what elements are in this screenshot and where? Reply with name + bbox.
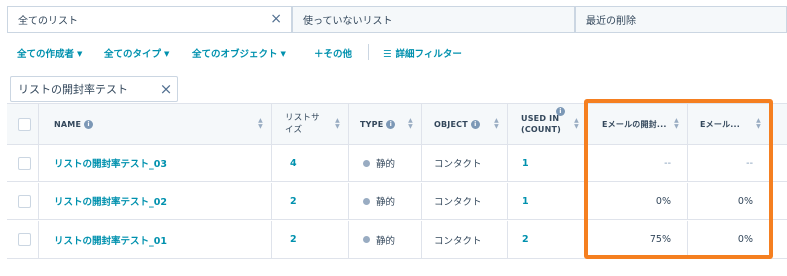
caret-down-icon: ▼ bbox=[164, 50, 170, 58]
list-name-link[interactable]: リストの開封率テスト_02 bbox=[39, 183, 272, 219]
row-select-cell bbox=[7, 145, 39, 181]
column-header-label: OBJECT bbox=[434, 119, 468, 129]
object-filter-dropdown[interactable]: 全てのオブジェクト ▼ bbox=[192, 46, 286, 60]
row-select-cell bbox=[7, 221, 39, 258]
sort-icon[interactable]: ▲ ▼ bbox=[258, 118, 263, 130]
email-metric: -- bbox=[688, 145, 770, 181]
list-type: 静的 bbox=[376, 159, 396, 170]
column-header-label: リストサイズ bbox=[285, 113, 320, 135]
table-row: リストの開封率テスト_03 4 静的 コンタクト 1 -- -- bbox=[7, 145, 787, 182]
more-filters-label: ＋その他 bbox=[314, 49, 353, 60]
select-all-cell bbox=[7, 104, 39, 144]
sort-icon[interactable]: ▲ ▼ bbox=[756, 118, 761, 130]
list-type: 静的 bbox=[376, 197, 396, 208]
list-name-link[interactable]: リストの開封率テスト_03 bbox=[39, 145, 272, 181]
info-icon[interactable]: i bbox=[84, 119, 94, 129]
column-header-label: Eメール... bbox=[700, 119, 740, 129]
list-size-link[interactable]: 2 bbox=[272, 221, 349, 258]
status-dot-icon bbox=[363, 197, 370, 205]
filter-separator bbox=[368, 44, 369, 60]
table-row: リストの開封率テスト_02 2 静的 コンタクト 1 0% 0% bbox=[7, 183, 787, 220]
table-header: NAME i ▲ ▼ リストサイズ ▲ ▼ TYPE i ▲ ▼ OBJECT i ▲ ▼ U… bbox=[7, 103, 787, 145]
row-select-cell bbox=[7, 183, 39, 219]
column-header-label: NAME bbox=[54, 119, 82, 129]
sort-icon[interactable]: ▲ ▼ bbox=[574, 118, 579, 130]
row-checkbox[interactable] bbox=[18, 156, 31, 170]
list-type: 静的 bbox=[376, 235, 396, 247]
sort-icon[interactable]: ▲ ▼ bbox=[674, 118, 679, 130]
status-dot-icon bbox=[363, 159, 370, 167]
status-dot-icon bbox=[363, 236, 370, 243]
list-type-cell: 静的 bbox=[349, 183, 422, 219]
list-name-link[interactable]: リストの開封率テスト_01 bbox=[39, 221, 272, 258]
column-header-list-size[interactable]: リストサイズ ▲ ▼ bbox=[272, 104, 349, 144]
column-header-email-metric[interactable]: Eメール... ▲ ▼ bbox=[688, 104, 770, 144]
clear-search-icon[interactable]: × bbox=[155, 80, 177, 98]
close-icon[interactable]: × bbox=[270, 11, 282, 27]
search-value[interactable]: リストの開封率テスト bbox=[11, 81, 155, 97]
type-filter-label: 全てのタイプ bbox=[104, 49, 162, 60]
list-type-cell: 静的 bbox=[349, 221, 422, 258]
column-header-label: USED IN (COUNT) bbox=[521, 114, 562, 134]
email-open-rate: 75% bbox=[588, 221, 688, 258]
creator-filter-dropdown[interactable]: 全ての作成者 ▼ bbox=[17, 46, 82, 60]
list-object: コンタクト bbox=[422, 221, 508, 258]
search-input[interactable]: リストの開封率テスト × bbox=[10, 76, 178, 102]
info-icon[interactable]: i bbox=[386, 119, 396, 129]
email-open-rate: 0% bbox=[588, 183, 688, 219]
list-object: コンタクト bbox=[422, 145, 508, 181]
tab-divider bbox=[7, 32, 787, 33]
column-header-type[interactable]: TYPE i ▲ ▼ bbox=[349, 104, 422, 144]
tab-recently-deleted[interactable]: 最近の削除 bbox=[575, 6, 787, 33]
used-in-link[interactable]: 1 bbox=[508, 183, 588, 219]
column-header-email-open-rate[interactable]: Eメールの開封... ▲ ▼ bbox=[588, 104, 688, 144]
email-metric: 0% bbox=[688, 183, 770, 219]
used-in-link[interactable]: 2 bbox=[508, 221, 588, 258]
info-icon[interactable]: i bbox=[470, 119, 480, 129]
more-filters-button[interactable]: ＋その他 bbox=[314, 46, 352, 60]
tab-label: 使っていないリスト bbox=[303, 16, 393, 27]
filter-icon: ☰ bbox=[383, 49, 392, 60]
advanced-filters-button[interactable]: ☰ 詳細フィルター bbox=[383, 46, 462, 60]
select-all-checkbox[interactable] bbox=[18, 117, 31, 131]
caret-down-icon: ▼ bbox=[280, 50, 286, 58]
tab-label: 全てのリスト bbox=[18, 16, 78, 27]
creator-filter-label: 全ての作成者 bbox=[17, 49, 75, 60]
advanced-filters-label: 詳細フィルター bbox=[395, 49, 462, 60]
list-tabs: 全てのリスト × 使っていないリスト 最近の削除 bbox=[7, 6, 787, 33]
column-header-object[interactable]: OBJECT i ▲ ▼ bbox=[422, 104, 508, 144]
row-checkbox[interactable] bbox=[18, 233, 31, 246]
caret-down-icon: ▼ bbox=[77, 50, 83, 58]
sort-icon[interactable]: ▲ ▼ bbox=[408, 118, 413, 130]
sort-icon[interactable]: ▲ ▼ bbox=[335, 118, 340, 130]
list-size-link[interactable]: 4 bbox=[272, 145, 349, 181]
tab-all-lists[interactable]: 全てのリスト × bbox=[7, 6, 292, 33]
info-icon[interactable]: i bbox=[556, 107, 565, 116]
list-size-link[interactable]: 2 bbox=[272, 183, 349, 219]
column-header-label: TYPE bbox=[360, 119, 384, 129]
column-header-label: Eメールの開封... bbox=[602, 119, 667, 129]
object-filter-label: 全てのオブジェクト bbox=[192, 49, 278, 60]
used-in-link[interactable]: 1 bbox=[508, 145, 588, 181]
column-header-name[interactable]: NAME i ▲ ▼ bbox=[39, 104, 272, 144]
email-open-rate: -- bbox=[588, 145, 688, 181]
tab-unused-lists[interactable]: 使っていないリスト bbox=[292, 6, 575, 33]
sort-icon[interactable]: ▲ ▼ bbox=[494, 118, 499, 130]
tab-label: 最近の削除 bbox=[586, 16, 636, 27]
type-filter-dropdown[interactable]: 全てのタイプ ▼ bbox=[104, 46, 169, 60]
row-checkbox[interactable] bbox=[18, 194, 31, 208]
table-row: リストの開封率テスト_01 2 静的 コンタクト 2 75% 0% bbox=[7, 221, 787, 259]
list-object: コンタクト bbox=[422, 183, 508, 219]
list-type-cell: 静的 bbox=[349, 145, 422, 181]
email-metric: 0% bbox=[688, 221, 770, 258]
column-header-used-in[interactable]: USED IN (COUNT) i ▲ ▼ bbox=[508, 104, 588, 144]
